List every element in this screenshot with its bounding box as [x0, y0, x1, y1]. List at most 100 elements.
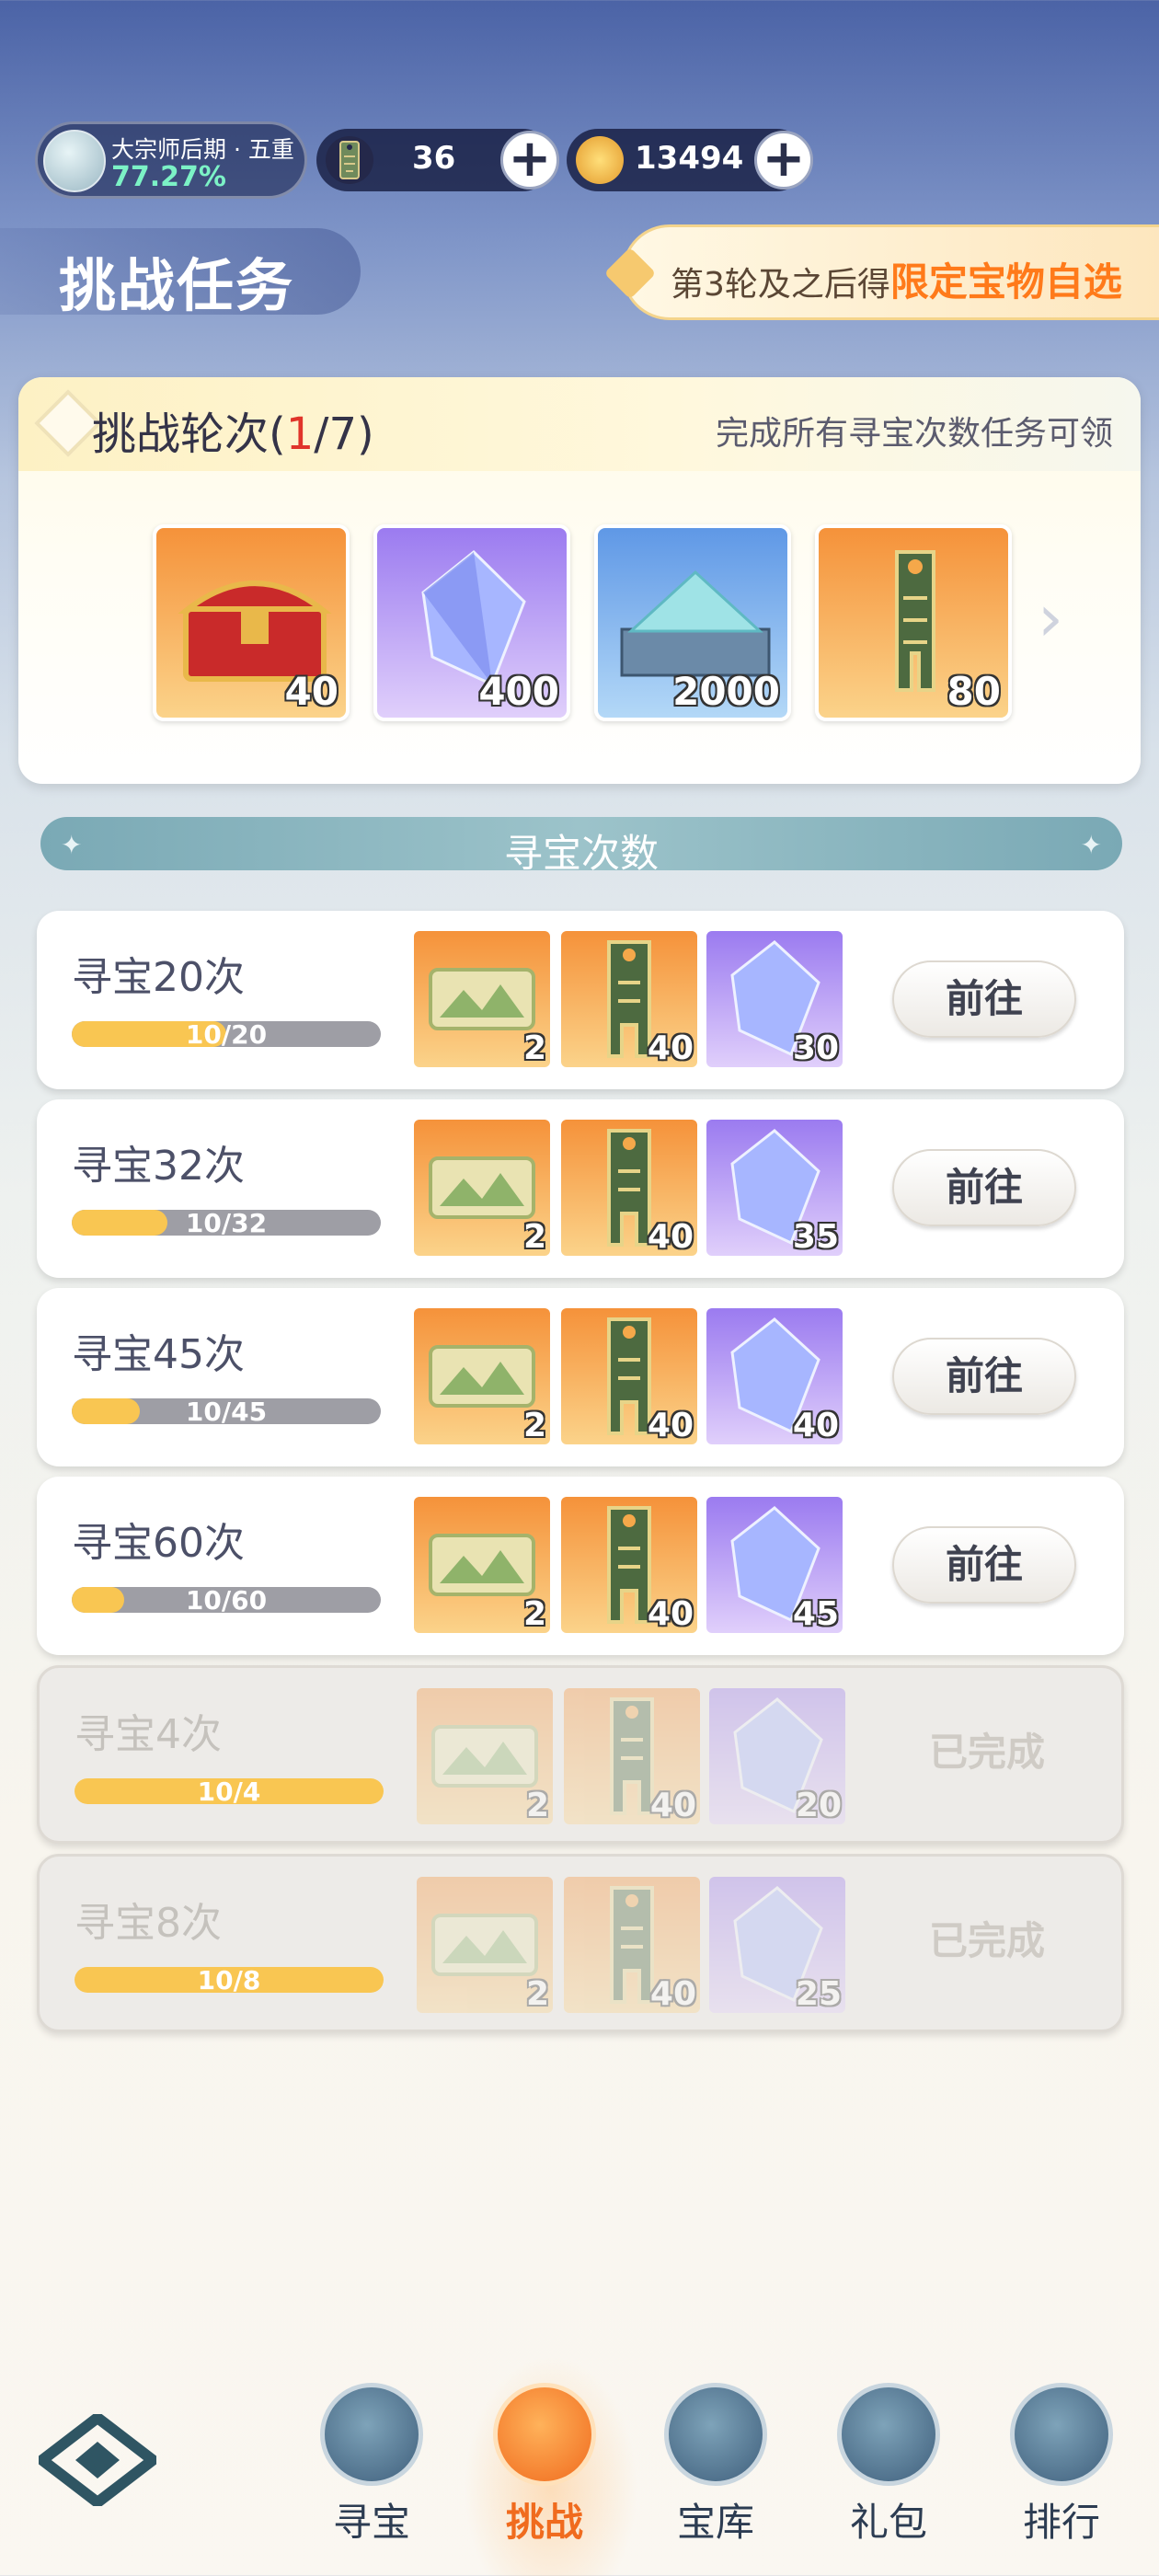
chevron-right-icon[interactable]: › — [1038, 586, 1096, 650]
logo-icon — [33, 2410, 162, 2510]
tab-treasure-bag[interactable]: 寻宝 — [307, 2383, 436, 2567]
task-progress-text: 10/8 — [197, 1965, 261, 1995]
task-reward[interactable]: 25 — [709, 1877, 845, 2013]
reward-qty: 25 — [795, 1975, 842, 2013]
star-icon: ✦ — [61, 830, 83, 860]
reward-banner[interactable]: 第3轮及之后得限定宝物自选 — [603, 224, 1159, 320]
tab-rank[interactable]: 排行 — [997, 2383, 1126, 2567]
task-reward[interactable]: 2 — [414, 1308, 550, 1444]
task-reward[interactable]: 2 — [417, 1688, 553, 1824]
tab-scroll[interactable]: 挑战 — [480, 2383, 609, 2567]
task-name: 寻宝45次 — [72, 1331, 245, 1378]
tab-label: 排行 — [1022, 2500, 1100, 2545]
vault-icon — [664, 2383, 767, 2486]
rank-percent: 77.27% — [111, 161, 226, 193]
task-reward[interactable]: 2 — [414, 931, 550, 1067]
reward-treasure-chest[interactable]: 40 — [153, 524, 350, 721]
round-panel-header: 挑战轮次(1/7) 完成所有寻宝次数任务可领 — [18, 377, 1141, 471]
banner-prefix: 第3轮及之后得 — [671, 266, 890, 304]
go-button[interactable]: 前往 — [892, 1526, 1076, 1604]
task-progress-text: 10/20 — [185, 1019, 268, 1050]
reward-qty: 40 — [792, 1407, 839, 1444]
coin-icon — [576, 136, 624, 184]
task-reward[interactable]: 40 — [561, 1497, 697, 1633]
task-progress-text: 10/60 — [185, 1585, 268, 1616]
task-row: 寻宝32次 10/32 2 40 35 前往 — [37, 1099, 1124, 1278]
completed-label: 已完成 — [928, 1918, 1045, 1963]
task-progress-text: 10/32 — [185, 1208, 268, 1238]
reward-qty: 400 — [478, 669, 559, 714]
currency-token: 36 + — [316, 129, 559, 191]
task-reward[interactable]: 30 — [706, 931, 843, 1067]
task-reward[interactable]: 2 — [414, 1120, 550, 1256]
task-progress-text: 10/4 — [197, 1777, 261, 1807]
avatar — [43, 130, 106, 192]
task-reward[interactable]: 20 — [709, 1688, 845, 1824]
rank-badge[interactable]: 大宗师后期 · 五重 77.27% — [35, 121, 307, 199]
reward-qty: 2000 — [672, 669, 780, 714]
go-button[interactable]: 前往 — [892, 960, 1076, 1038]
currency-coin: 13494 + — [567, 129, 813, 191]
task-name: 寻宝4次 — [75, 1711, 222, 1758]
gift-icon — [837, 2383, 940, 2486]
task-reward[interactable]: 40 — [564, 1688, 700, 1824]
rank-icon — [1010, 2383, 1113, 2486]
task-reward[interactable]: 45 — [706, 1497, 843, 1633]
treasure-bag-icon — [320, 2383, 423, 2486]
task-reward[interactable]: 40 — [706, 1308, 843, 1444]
reward-qty: 40 — [649, 1787, 696, 1824]
tab-label: 寻宝 — [332, 2500, 410, 2545]
task-reward[interactable]: 2 — [414, 1497, 550, 1633]
tab-gift[interactable]: 礼包 — [824, 2383, 953, 2567]
go-button[interactable]: 前往 — [892, 1149, 1076, 1226]
add-coin-button[interactable]: + — [754, 131, 813, 190]
task-reward[interactable]: 40 — [564, 1877, 700, 2013]
go-button[interactable]: 前往 — [892, 1338, 1076, 1415]
reward-qty: 2 — [525, 1787, 549, 1824]
treasure-chest-icon — [178, 581, 332, 682]
task-reward[interactable]: 2 — [417, 1877, 553, 2013]
round-note: 完成所有寻宝次数任务可领 — [715, 415, 1113, 453]
completed-label: 已完成 — [928, 1730, 1045, 1775]
add-token-button[interactable]: + — [500, 131, 559, 190]
task-reward[interactable]: 40 — [561, 1120, 697, 1256]
task-name: 寻宝32次 — [72, 1143, 245, 1190]
task-reward[interactable]: 40 — [561, 931, 697, 1067]
task-row: 寻宝8次 10/8 2 40 25 已完成 — [37, 1854, 1124, 2032]
reward-qty: 2 — [522, 1407, 546, 1444]
reward-qty: 35 — [792, 1218, 839, 1256]
tab-vault[interactable]: 宝库 — [651, 2383, 780, 2567]
banner-highlight: 限定宝物自选 — [889, 259, 1122, 305]
reward-qty: 40 — [284, 669, 339, 714]
task-name: 寻宝20次 — [72, 954, 245, 1001]
reward-qty: 40 — [647, 1029, 694, 1067]
reward-jade-stone[interactable]: 2000 — [594, 524, 791, 721]
tab-label: 挑战 — [505, 2500, 583, 2545]
round-label: 挑战轮次(1/7) — [92, 408, 374, 460]
reward-qty: 80 — [947, 669, 1001, 714]
section-title: 寻宝次数 — [503, 831, 659, 876]
rank-label: 大宗师后期 · 五重 — [111, 136, 294, 163]
scroll-icon — [493, 2383, 596, 2486]
reward-qty: 40 — [647, 1407, 694, 1444]
tab-label: 礼包 — [849, 2500, 927, 2545]
reward-qty: 2 — [522, 1595, 546, 1633]
page-title: 挑战任务 — [59, 252, 295, 319]
reward-crystal[interactable]: 400 — [373, 524, 570, 721]
home-logo-button[interactable] — [33, 2410, 162, 2510]
task-row: 寻宝20次 10/20 2 40 30 前往 — [37, 911, 1124, 1089]
reward-qty: 40 — [649, 1975, 696, 2013]
reward-qty: 2 — [522, 1218, 546, 1256]
task-reward[interactable]: 35 — [706, 1120, 843, 1256]
token-icon — [326, 136, 373, 184]
task-row: 寻宝45次 10/45 2 40 40 前往 — [37, 1288, 1124, 1466]
reward-qty: 40 — [647, 1218, 694, 1256]
reward-qty: 40 — [647, 1595, 694, 1633]
star-icon: ✦ — [1080, 830, 1102, 860]
task-name: 寻宝60次 — [72, 1520, 245, 1567]
tab-label: 宝库 — [676, 2500, 754, 2545]
reward-qty: 30 — [792, 1029, 839, 1067]
task-reward[interactable]: 40 — [561, 1308, 697, 1444]
task-name: 寻宝8次 — [75, 1900, 222, 1947]
reward-token[interactable]: 80 — [815, 524, 1012, 721]
